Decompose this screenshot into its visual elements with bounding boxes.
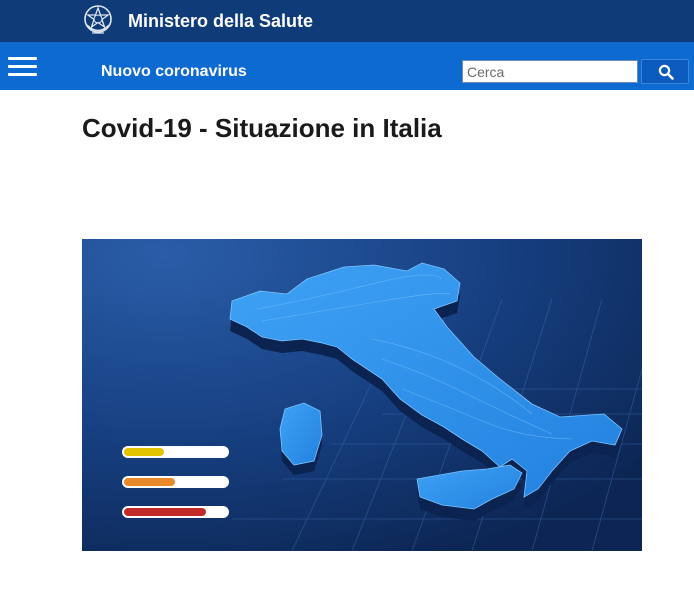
- italy-map-illustration: [82, 239, 642, 551]
- menu-line: [8, 73, 37, 76]
- search-icon: [658, 64, 674, 80]
- search-button[interactable]: [641, 59, 689, 84]
- menu-line: [8, 57, 37, 60]
- level-bar-red: [122, 506, 229, 518]
- hamburger-menu-icon[interactable]: [8, 57, 38, 79]
- level-bars: [122, 446, 229, 518]
- header-bar: Ministero della Salute: [0, 0, 694, 42]
- hero-image: [82, 239, 642, 551]
- level-bar-orange: [122, 476, 229, 488]
- search-input[interactable]: [462, 60, 638, 83]
- navigation-bar: Nuovo coronavirus: [0, 42, 694, 90]
- ministry-name[interactable]: Ministero della Salute: [128, 11, 313, 32]
- italian-republic-emblem-icon[interactable]: [82, 3, 114, 37]
- level-bar-yellow: [122, 446, 229, 458]
- page-title: Covid-19 - Situazione in Italia: [82, 113, 442, 143]
- menu-line: [8, 65, 37, 68]
- section-title-link[interactable]: Nuovo coronavirus: [101, 63, 247, 81]
